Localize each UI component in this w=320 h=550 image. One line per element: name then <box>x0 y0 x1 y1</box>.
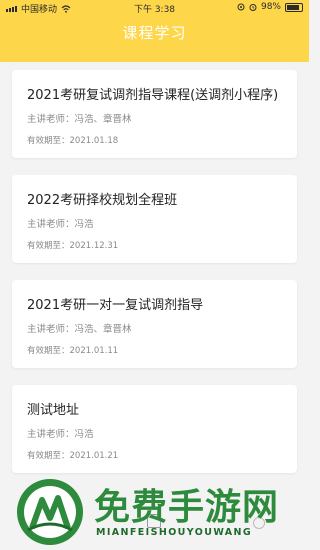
course-teacher: 主讲老师：冯浩、章晋林 <box>27 114 132 125</box>
course-title: 2021考研复试调剂指导课程(送调剂小程序) <box>27 88 279 103</box>
watermark: 免费手游网 MIANFEISHOUYOUWANG <box>12 474 302 550</box>
battery-percent: 98% <box>260 2 281 12</box>
course-title: 2022考研择校规划全程班 <box>27 193 178 208</box>
course-list: 2021考研复试调剂指导课程(送调剂小程序) 主讲老师：冯浩、章晋林 有效期至：… <box>12 70 297 490</box>
course-card[interactable]: 2021考研一对一复试调剂指导 主讲老师：冯浩、章晋林 有效期至：2021.01… <box>12 280 297 368</box>
course-expiry: 有效期至：2021.01.18 <box>27 136 119 146</box>
watermark-text: 免费手游网 <box>94 487 280 528</box>
course-teacher: 主讲老师：冯浩 <box>27 219 94 230</box>
battery-icon <box>285 2 303 12</box>
course-expiry: 有效期至：2021.12.31 <box>27 241 119 251</box>
page-title: 课程学习 <box>122 24 187 42</box>
course-teacher: 主讲老师：冯浩 <box>27 429 94 440</box>
course-card[interactable]: 2022考研择校规划全程班 主讲老师：冯浩 有效期至：2021.12.31 <box>12 175 297 263</box>
course-expiry: 有效期至：2021.01.11 <box>27 346 119 356</box>
course-title: 测试地址 <box>27 403 80 418</box>
course-teacher: 主讲老师：冯浩、章晋林 <box>27 324 132 335</box>
watermark-subtext: MIANFEISHOUYOUWANG <box>96 527 253 538</box>
status-right: 98% <box>237 2 303 12</box>
status-bar: 中国移动 下午 3:38 98% <box>0 0 309 16</box>
course-card[interactable]: 测试地址 主讲老师：冯浩 有效期至：2021.01.21 <box>12 385 297 473</box>
course-title: 2021考研一对一复试调剂指导 <box>27 298 204 313</box>
location-icon <box>237 3 245 11</box>
watermark-logo-icon <box>17 479 83 545</box>
app-header: 中国移动 下午 3:38 98% 课程学习 <box>0 0 309 62</box>
course-card[interactable]: 2021考研复试调剂指导课程(送调剂小程序) 主讲老师：冯浩、章晋林 有效期至：… <box>12 70 297 158</box>
alarm-icon <box>249 4 257 11</box>
course-expiry: 有效期至：2021.01.21 <box>27 451 119 461</box>
